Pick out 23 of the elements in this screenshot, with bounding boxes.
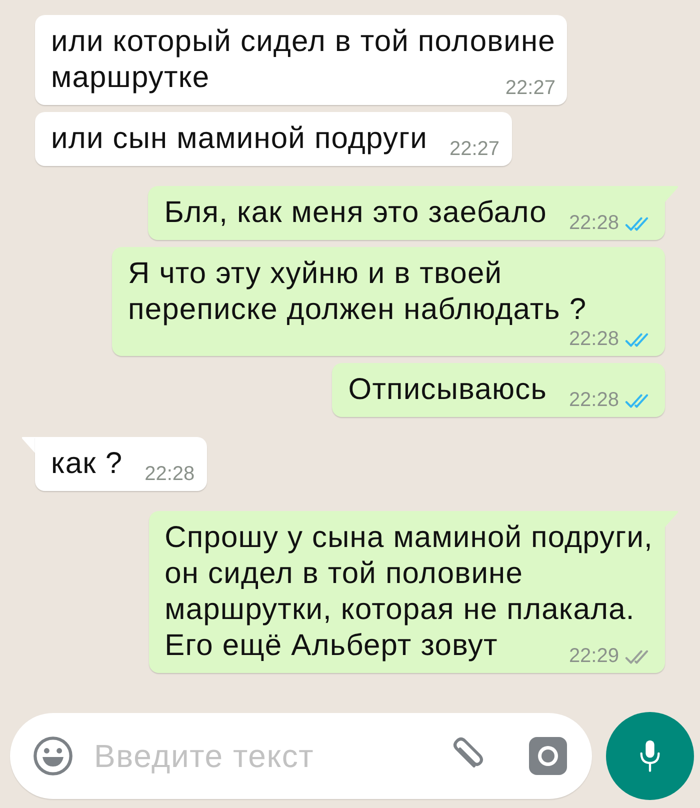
message-time: 22:28 <box>568 328 619 351</box>
message-text-line: или который сидел в той половине <box>51 24 556 60</box>
message-text-line: или сын маминой подруги <box>51 121 428 157</box>
message-time: 22:27 <box>449 138 500 161</box>
message-text-line: Бля, как меня это заебало <box>164 195 547 231</box>
message-time: 22:29 <box>568 645 619 668</box>
message-input-field[interactable]: Введите текст <box>10 713 592 799</box>
message-text-line: Его ещё Альберт зовут <box>164 628 498 664</box>
message-time: 22:28 <box>144 463 195 486</box>
message-time: 22:28 <box>568 212 619 235</box>
message-time: 22:27 <box>505 77 556 100</box>
smiley-icon[interactable] <box>32 735 74 777</box>
message-text-line: маршрутке <box>51 60 210 96</box>
text-input[interactable]: Введите текст <box>94 738 444 774</box>
message-text-line: маршрутки, которая не плакала. <box>164 592 635 628</box>
message-time: 22:28 <box>568 389 619 412</box>
message-text-line: Отписываюсь <box>348 372 547 408</box>
message-text-line: Спрошу у сына маминой подруги, <box>164 520 653 556</box>
message-text-line: он сидел в той половине <box>164 556 523 592</box>
message-text-line: переписке должен наблюдать ? <box>128 292 587 328</box>
message-text-line: как ? <box>51 446 123 482</box>
camera-icon[interactable] <box>528 736 568 776</box>
message-text-line: Я что эту хуйню и в твоей <box>128 256 502 292</box>
